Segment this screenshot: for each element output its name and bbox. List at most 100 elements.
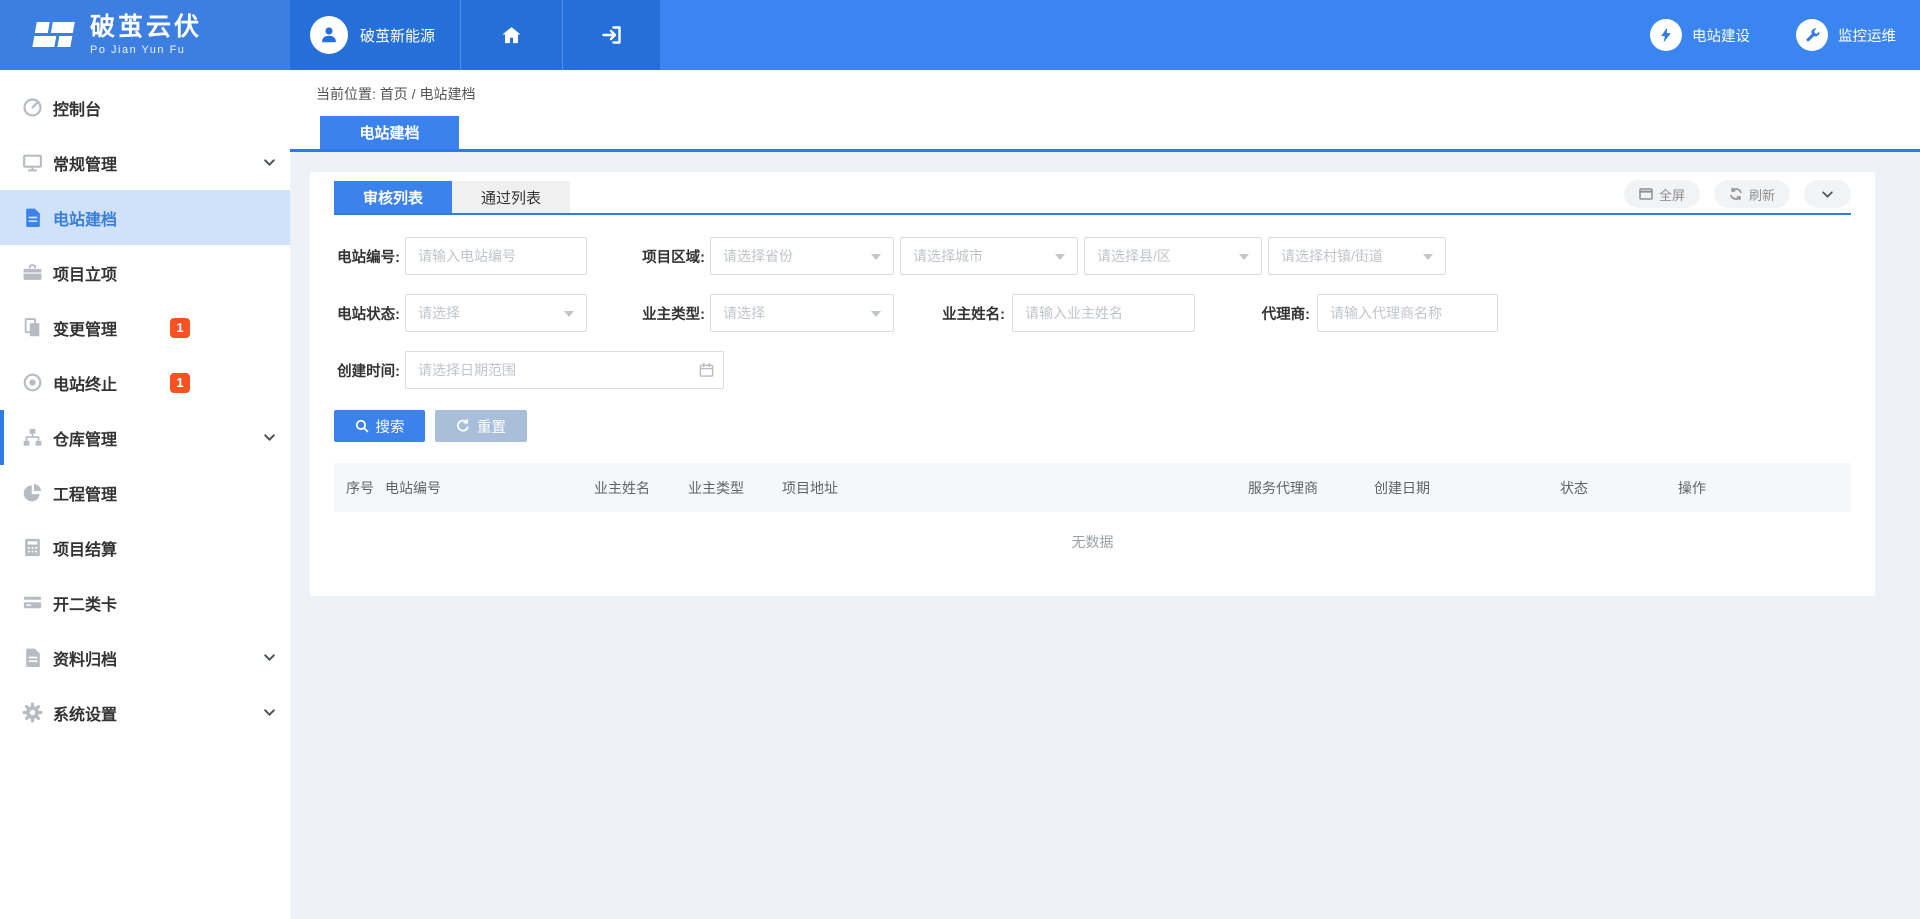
refresh-icon (1729, 187, 1743, 201)
breadcrumb: 当前位置: 首页 / 电站建档 (290, 70, 1920, 104)
gear-icon (21, 702, 43, 724)
create-time-label: 创建时间: (334, 360, 400, 381)
sidebar-item-system-settings[interactable]: 系统设置 (0, 685, 290, 740)
table-header-row: 序号 电站编号 业主姓名 业主类型 项目地址 服务代理商 创建日期 状态 操作 (334, 463, 1851, 512)
monitor-icon (21, 152, 43, 174)
chevron-down-icon (564, 311, 574, 317)
brand-subtitle: Po Jian Yun Fu (90, 44, 202, 56)
brand-title: 破茧云伏 (90, 14, 202, 42)
region-label: 项目区域: (633, 246, 705, 267)
user-name: 破茧新能源 (360, 25, 435, 46)
col-station-no: 电站编号 (385, 478, 594, 498)
breadcrumb-bar: 当前位置: 首页 / 电站建档 电站建档 (290, 70, 1920, 152)
tab-review-list[interactable]: 审核列表 (334, 181, 452, 213)
sidebar-item-project-settlement[interactable]: 项目结算 (0, 520, 290, 575)
col-project-address: 项目地址 (782, 478, 1248, 498)
app-header: 破茧云伏 Po Jian Yun Fu 破茧新能源 (0, 0, 1920, 70)
col-owner-name: 业主姓名 (594, 478, 688, 498)
sidebar-item-change-mgmt[interactable]: 变更管理 1 (0, 300, 290, 355)
sidebar-item-engineering-mgmt[interactable]: 工程管理 (0, 465, 290, 520)
col-service-agent: 服务代理商 (1248, 478, 1374, 498)
station-status-select[interactable]: 请选择 (405, 294, 587, 332)
breadcrumb-prefix: 当前位置: (316, 86, 380, 102)
chevron-down-icon (263, 706, 276, 719)
sidebar-item-console[interactable]: 控制台 (0, 80, 290, 135)
breadcrumb-path[interactable]: 首页 / 电站建档 (380, 86, 476, 102)
owner-type-select[interactable]: 请选择 (710, 294, 894, 332)
city-select[interactable]: 请选择城市 (900, 237, 1078, 275)
sidebar-item-open-class2-card[interactable]: 开二类卡 (0, 575, 290, 630)
sidebar-item-project-initiation[interactable]: 项目立项 (0, 245, 290, 300)
header-toolbar: 电站建设 监控运维 (660, 0, 1920, 70)
sidebar-item-label: 控制台 (53, 96, 101, 120)
reset-label: 重置 (477, 416, 506, 437)
chevron-down-icon (263, 651, 276, 664)
notification-badge: 1 (170, 373, 190, 393)
home-icon (500, 24, 523, 47)
fullscreen-icon (1639, 188, 1653, 200)
search-button[interactable]: 搜索 (334, 410, 425, 442)
chevron-down-icon (1239, 254, 1249, 260)
sidebar-item-label: 电站终止 (53, 371, 117, 395)
document-icon (21, 207, 43, 229)
filter-form: 电站编号: 项目区域: 请选择省份 请选择城市 请选择县/区 请选择村镇/街道 … (334, 215, 1851, 389)
card-icon (21, 592, 43, 614)
lightning-icon (1650, 19, 1682, 51)
status-placeholder: 请选择 (418, 303, 460, 323)
home-button[interactable] (460, 0, 562, 70)
station-no-input[interactable] (405, 237, 587, 275)
date-range-input[interactable] (405, 351, 724, 389)
col-seq: 序号 (334, 478, 385, 498)
notification-badge: 1 (170, 318, 190, 338)
briefcase-icon (21, 262, 43, 284)
town-placeholder: 请选择村镇/街道 (1281, 246, 1383, 266)
sidebar-item-label: 项目立项 (53, 261, 117, 285)
owner-name-input[interactable] (1012, 294, 1195, 332)
col-actions: 操作 (1678, 478, 1851, 498)
results-table: 序号 电站编号 业主姓名 业主类型 项目地址 服务代理商 创建日期 状态 操作 … (334, 463, 1851, 596)
logout-button[interactable] (562, 0, 660, 70)
county-placeholder: 请选择县/区 (1097, 246, 1171, 266)
collapse-button[interactable] (1804, 180, 1851, 208)
user-menu[interactable]: 破茧新能源 (290, 0, 460, 70)
module-station-build[interactable]: 电站建设 (1650, 19, 1750, 51)
tab-passed-list[interactable]: 通过列表 (452, 181, 570, 213)
col-status: 状态 (1560, 478, 1678, 498)
gauge-icon (21, 97, 43, 119)
agent-input[interactable] (1317, 294, 1498, 332)
search-icon (355, 419, 369, 433)
sidebar-item-warehouse-mgmt[interactable]: 仓库管理 (0, 410, 290, 465)
reset-button[interactable]: 重置 (435, 410, 527, 442)
sidebar-item-label: 变更管理 (53, 316, 117, 340)
city-placeholder: 请选择城市 (913, 246, 983, 266)
province-placeholder: 请选择省份 (723, 246, 793, 266)
col-create-date: 创建日期 (1374, 478, 1560, 498)
brand-logo[interactable]: 破茧云伏 Po Jian Yun Fu (0, 0, 290, 70)
file-icon (21, 647, 43, 669)
town-select[interactable]: 请选择村镇/街道 (1268, 237, 1446, 275)
content-area: 审核列表 通过列表 全屏 (290, 152, 1920, 919)
user-avatar-icon (310, 16, 348, 54)
sign-in-icon (600, 23, 624, 47)
sidebar-item-station-termination[interactable]: 电站终止 1 (0, 355, 290, 410)
calendar-icon (699, 363, 714, 378)
sidebar-item-general-mgmt[interactable]: 常规管理 (0, 135, 290, 190)
refresh-button[interactable]: 刷新 (1714, 180, 1790, 208)
fullscreen-button[interactable]: 全屏 (1624, 180, 1700, 208)
chevron-down-icon (1821, 188, 1834, 201)
owner-name-label: 业主姓名: (939, 303, 1005, 324)
pie-chart-icon (21, 482, 43, 504)
chevron-down-icon (263, 156, 276, 169)
sidebar-item-label: 电站建档 (53, 206, 117, 230)
sidebar-item-data-archive[interactable]: 资料归档 (0, 630, 290, 685)
calculator-icon (21, 537, 43, 559)
chevron-down-icon (871, 311, 881, 317)
sidebar-item-label: 常规管理 (53, 151, 117, 175)
province-select[interactable]: 请选择省份 (710, 237, 894, 275)
sidebar-item-station-archive[interactable]: 电站建档 (0, 190, 290, 245)
module-monitor-ops[interactable]: 监控运维 (1796, 19, 1896, 51)
page-tab-station-archive[interactable]: 电站建档 (320, 116, 459, 149)
county-select[interactable]: 请选择县/区 (1084, 237, 1262, 275)
refresh-label: 刷新 (1749, 185, 1775, 204)
search-label: 搜索 (376, 416, 405, 437)
